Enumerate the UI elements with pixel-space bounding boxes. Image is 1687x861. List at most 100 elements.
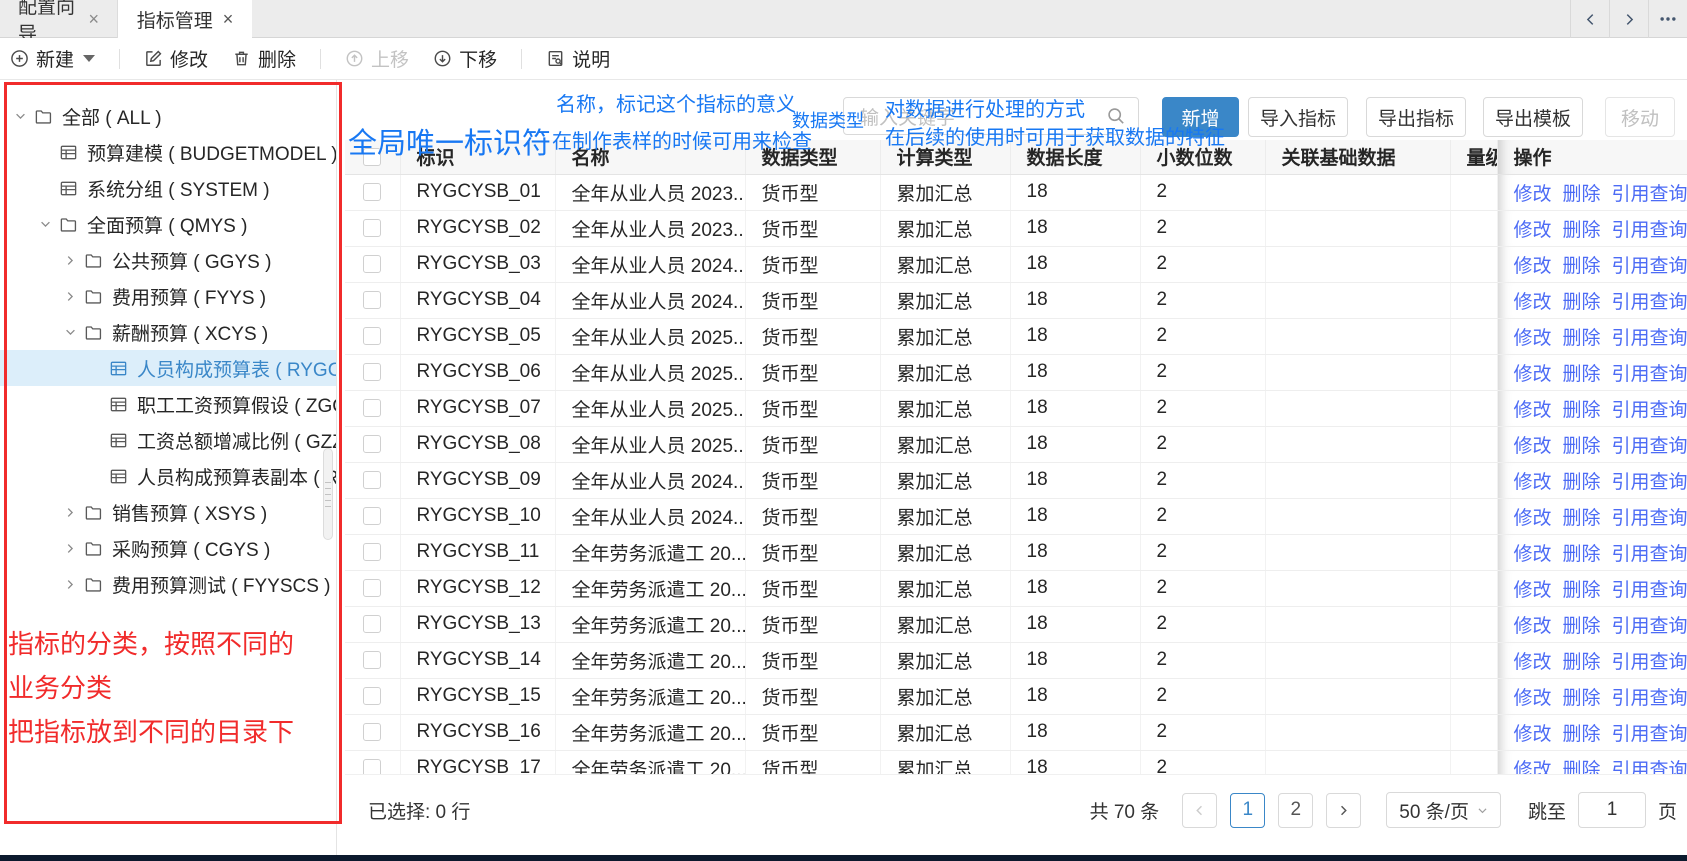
next-page-button[interactable] [1326, 793, 1361, 828]
edit-link[interactable]: 修改 [1514, 184, 1552, 205]
tree-item[interactable]: 人员构成预算表副本 ( RYG [0, 458, 336, 494]
row-checkbox[interactable] [363, 507, 381, 525]
export-template-button[interactable]: 导出模板 [1483, 97, 1583, 137]
tree-item[interactable]: 全部 ( ALL ) [0, 98, 336, 134]
delete-link[interactable]: 删除 [1563, 652, 1601, 673]
export-indicators-button[interactable]: 导出指标 [1366, 97, 1466, 137]
row-checkbox[interactable] [363, 183, 381, 201]
tree-item[interactable]: 薪酬预算 ( XCYS ) [0, 314, 336, 350]
tab-more-button[interactable] [1648, 0, 1687, 38]
edit-link[interactable]: 修改 [1514, 544, 1552, 565]
select-all-checkbox[interactable] [363, 148, 381, 166]
row-checkbox[interactable] [363, 435, 381, 453]
jump-page-input[interactable]: 1 [1578, 792, 1646, 828]
reference-query-link[interactable]: 引用查询 [1612, 688, 1687, 709]
delete-link[interactable]: 删除 [1563, 400, 1601, 421]
tree-item[interactable]: 费用预算 ( FYYS ) [0, 278, 336, 314]
edit-button[interactable]: 修改 [144, 45, 208, 72]
row-checkbox[interactable] [363, 219, 381, 237]
row-checkbox[interactable] [363, 759, 381, 775]
move-button[interactable]: 移动 [1605, 97, 1675, 137]
row-checkbox[interactable] [363, 291, 381, 309]
reference-query-link[interactable]: 引用查询 [1612, 328, 1687, 349]
chevron-down-icon[interactable] [39, 218, 52, 231]
edit-link[interactable]: 修改 [1514, 292, 1552, 313]
delete-link[interactable]: 删除 [1563, 508, 1601, 529]
delete-link[interactable]: 删除 [1563, 364, 1601, 385]
delete-link[interactable]: 删除 [1563, 544, 1601, 565]
reference-query-link[interactable]: 引用查询 [1612, 616, 1687, 637]
reference-query-link[interactable]: 引用查询 [1612, 760, 1687, 776]
delete-link[interactable]: 删除 [1563, 184, 1601, 205]
close-icon[interactable]: × [88, 10, 99, 28]
sidebar-scrollbar[interactable] [323, 448, 333, 540]
delete-button[interactable]: 删除 [232, 45, 296, 72]
row-checkbox[interactable] [363, 363, 381, 381]
row-checkbox[interactable] [363, 579, 381, 597]
chevron-right-icon[interactable] [64, 506, 77, 519]
row-checkbox[interactable] [363, 687, 381, 705]
delete-link[interactable]: 删除 [1563, 580, 1601, 601]
chevron-right-icon[interactable] [64, 290, 77, 303]
row-checkbox[interactable] [363, 327, 381, 345]
delete-link[interactable]: 删除 [1563, 724, 1601, 745]
tree-item[interactable]: 销售预算 ( XSYS ) [0, 494, 336, 530]
close-icon[interactable]: × [223, 10, 234, 28]
tree-item[interactable]: 工资总额增减比例 ( GZZE [0, 422, 336, 458]
reference-query-link[interactable]: 引用查询 [1612, 724, 1687, 745]
import-indicators-button[interactable]: 导入指标 [1248, 97, 1348, 137]
search-input[interactable]: 输入关键字 [843, 97, 1139, 135]
edit-link[interactable]: 修改 [1514, 220, 1552, 241]
tree-item[interactable]: 全面预算 ( QMYS ) [0, 206, 336, 242]
row-checkbox[interactable] [363, 723, 381, 741]
tree-item[interactable]: 预算建模 ( BUDGETMODEL ) [0, 134, 336, 170]
delete-link[interactable]: 删除 [1563, 436, 1601, 457]
reference-query-link[interactable]: 引用查询 [1612, 652, 1687, 673]
delete-link[interactable]: 删除 [1563, 292, 1601, 313]
reference-query-link[interactable]: 引用查询 [1612, 364, 1687, 385]
edit-link[interactable]: 修改 [1514, 760, 1552, 776]
chevron-down-icon[interactable] [64, 326, 77, 339]
reference-query-link[interactable]: 引用查询 [1612, 220, 1687, 241]
chevron-right-icon[interactable] [64, 542, 77, 555]
tree-item[interactable]: 公共预算 ( GGYS ) [0, 242, 336, 278]
row-checkbox[interactable] [363, 399, 381, 417]
chevron-right-icon[interactable] [64, 578, 77, 591]
delete-link[interactable]: 删除 [1563, 256, 1601, 277]
help-button[interactable]: 说明 [546, 45, 610, 72]
row-checkbox[interactable] [363, 255, 381, 273]
tree-item[interactable]: 费用预算测试 ( FYYSCS ) [0, 566, 336, 602]
move-down-button[interactable]: 下移 [433, 45, 497, 72]
edit-link[interactable]: 修改 [1514, 472, 1552, 493]
tree-item[interactable]: 采购预算 ( CGYS ) [0, 530, 336, 566]
delete-link[interactable]: 删除 [1563, 688, 1601, 709]
reference-query-link[interactable]: 引用查询 [1612, 292, 1687, 313]
tab-indicator-management[interactable]: 指标管理 × [118, 0, 252, 38]
page-size-select[interactable]: 50 条/页 [1386, 792, 1501, 828]
tab-config-wizard[interactable]: 配置向导 × [0, 0, 118, 38]
edit-link[interactable]: 修改 [1514, 256, 1552, 277]
tree-item[interactable]: 系统分组 ( SYSTEM ) [0, 170, 336, 206]
add-button[interactable]: 新增 [1162, 97, 1239, 137]
edit-link[interactable]: 修改 [1514, 400, 1552, 421]
row-checkbox[interactable] [363, 543, 381, 561]
edit-link[interactable]: 修改 [1514, 580, 1552, 601]
new-button[interactable]: 新建 [10, 45, 95, 72]
edit-link[interactable]: 修改 [1514, 364, 1552, 385]
reference-query-link[interactable]: 引用查询 [1612, 544, 1687, 565]
delete-link[interactable]: 删除 [1563, 760, 1601, 776]
chevron-right-icon[interactable] [64, 254, 77, 267]
move-up-button[interactable]: 上移 [345, 45, 409, 72]
delete-link[interactable]: 删除 [1563, 220, 1601, 241]
delete-link[interactable]: 删除 [1563, 472, 1601, 493]
delete-link[interactable]: 删除 [1563, 616, 1601, 637]
tree-item[interactable]: 职工工资预算假设 ( ZGGZ [0, 386, 336, 422]
reference-query-link[interactable]: 引用查询 [1612, 508, 1687, 529]
edit-link[interactable]: 修改 [1514, 688, 1552, 709]
tree-item[interactable]: 人员构成预算表 ( RYGCYS [0, 350, 336, 386]
reference-query-link[interactable]: 引用查询 [1612, 580, 1687, 601]
edit-link[interactable]: 修改 [1514, 616, 1552, 637]
tab-scroll-right-button[interactable] [1609, 0, 1648, 38]
reference-query-link[interactable]: 引用查询 [1612, 472, 1687, 493]
prev-page-button[interactable] [1182, 793, 1217, 828]
